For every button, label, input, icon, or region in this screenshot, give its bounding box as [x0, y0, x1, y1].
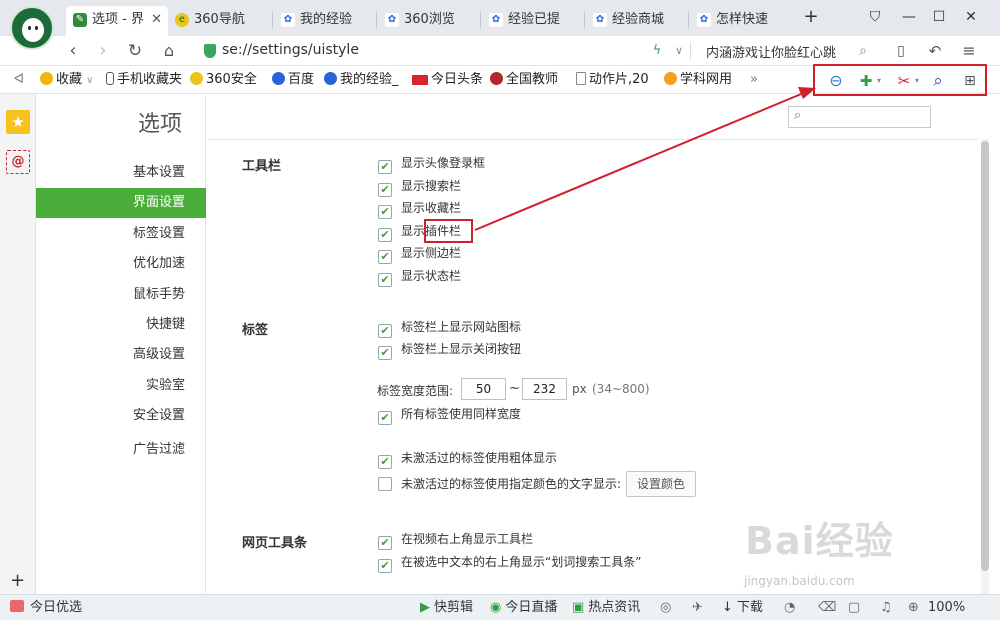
adblock-icon[interactable]: ⊖ — [827, 72, 845, 90]
highlight-box — [424, 219, 473, 243]
add-extension-icon[interactable]: ✚ — [857, 72, 875, 90]
avatar-eye-icon — [28, 26, 31, 30]
scissors-icon[interactable]: ✂ — [895, 72, 913, 90]
user-avatar[interactable] — [10, 6, 54, 50]
browser-window: ✎ 选项 - 界 ✕ e 360导航 ✿ 我的经验 ✿ 360浏览 ✿ 经验已提… — [0, 0, 1000, 620]
chevron-down-icon[interactable]: ▾ — [913, 72, 921, 90]
avatar-eye-icon — [35, 26, 38, 30]
avatar-face-icon — [22, 18, 44, 42]
magnifier-icon[interactable]: ⌕ — [929, 72, 947, 90]
chevron-down-icon[interactable]: ▾ — [875, 72, 883, 90]
apps-grid-icon[interactable]: ⊞ — [961, 72, 979, 90]
extension-bar: ⊖ ✚ ▾ ✂ ▾ ⌕ ⊞ — [813, 64, 987, 96]
